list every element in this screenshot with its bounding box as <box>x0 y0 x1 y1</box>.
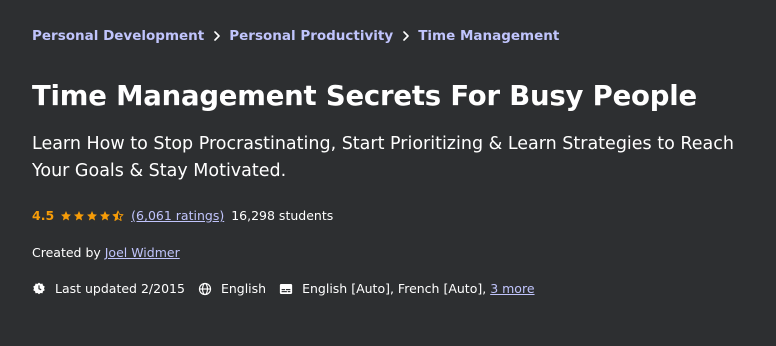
ratings-count-link[interactable]: (6,061 ratings) <box>131 207 224 225</box>
star-rating <box>60 210 125 222</box>
language: English <box>198 280 266 298</box>
instructor-link[interactable]: Joel Widmer <box>105 245 180 260</box>
students-count: 16,298 students <box>231 208 334 223</box>
chevron-right-icon <box>213 31 221 41</box>
last-updated-text: Last updated 2/2015 <box>55 281 185 296</box>
rating-value: 4.5 <box>32 208 55 223</box>
update-badge-icon <box>32 282 46 296</box>
breadcrumb-personal-productivity[interactable]: Personal Productivity <box>229 27 393 45</box>
globe-icon <box>198 282 212 296</box>
last-updated: Last updated 2/2015 <box>32 280 185 298</box>
star-full-icon <box>74 211 85 221</box>
rating-row: 4.5 (6,061 ratings) 16,298 students <box>32 207 333 225</box>
star-full-icon <box>87 211 98 221</box>
course-meta-row: Last updated 2/2015 English English [Aut… <box>32 280 535 298</box>
star-full-icon <box>100 211 111 221</box>
created-by-label: Created by <box>32 245 105 260</box>
breadcrumb-time-management[interactable]: Time Management <box>418 27 559 45</box>
captions-text: English [Auto], French [Auto], <box>302 281 487 296</box>
course-subtitle: Learn How to Stop Procrastinating, Start… <box>32 134 734 181</box>
breadcrumb-personal-development[interactable]: Personal Development <box>32 27 204 45</box>
created-by-row: Created by Joel Widmer <box>32 244 180 262</box>
more-captions-link[interactable]: 3 more <box>490 280 534 298</box>
language-text: English <box>220 281 267 296</box>
star-half-icon <box>112 210 124 221</box>
star-full-icon <box>61 211 72 221</box>
course-title: Time Management Secrets For Busy People <box>32 80 697 112</box>
breadcrumb: Personal Development Personal Productivi… <box>32 27 559 45</box>
captions: English [Auto], French [Auto], <box>279 280 486 298</box>
chevron-right-icon <box>402 31 410 41</box>
closed-captions-icon <box>279 282 293 296</box>
